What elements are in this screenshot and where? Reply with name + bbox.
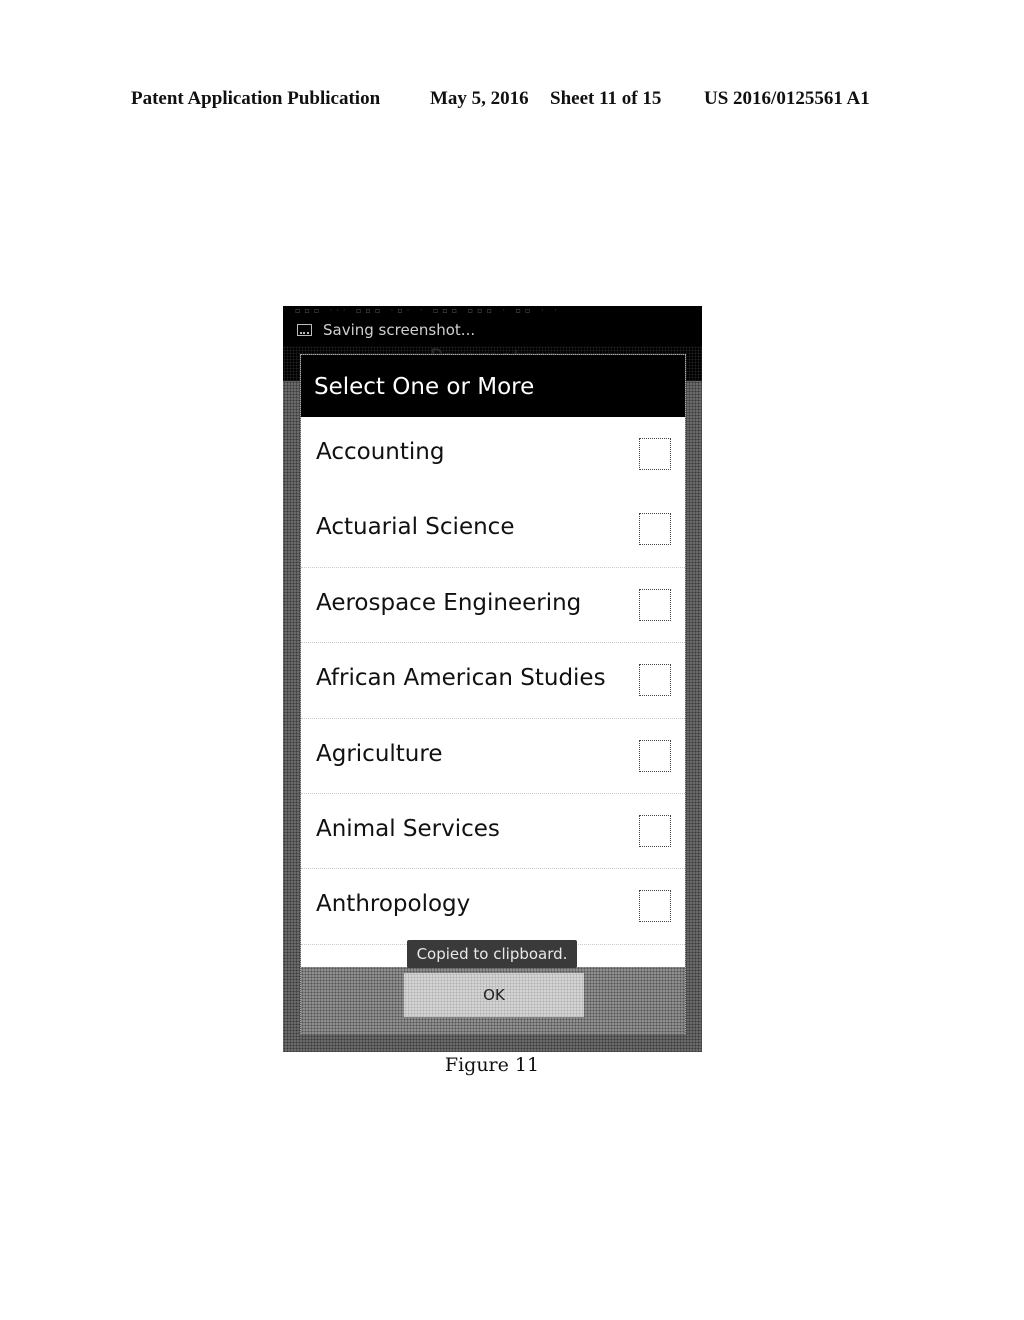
options-list[interactable]: Accounting Actuarial Science Aerospace E…	[301, 417, 685, 967]
publication-label: Patent Application Publication	[131, 88, 381, 109]
item-label: Aerospace Engineering	[316, 589, 582, 616]
ok-button[interactable]: OK	[404, 973, 584, 1017]
list-item[interactable]: Anthropology	[301, 869, 685, 945]
multi-select-dialog: Select One or More Accounting Actuarial …	[300, 354, 686, 1034]
figure-caption: Figure 11	[444, 1054, 540, 1076]
sheet-number: Sheet 11 of 15	[550, 88, 662, 109]
item-label: Agriculture	[316, 740, 443, 767]
item-label: Animal Services	[316, 815, 500, 842]
checkbox[interactable]	[639, 664, 671, 697]
toast-message: Copied to clipboard.	[407, 940, 577, 968]
list-item[interactable]: Agriculture	[301, 719, 685, 794]
notification-text: Saving screenshot...	[323, 321, 476, 339]
item-label: African American Studies	[316, 665, 606, 692]
checkbox[interactable]	[639, 739, 671, 772]
item-label: Accounting	[316, 439, 445, 465]
dialog-title: Select One or More	[314, 374, 535, 400]
list-item[interactable]: Animal Services	[301, 794, 685, 870]
patent-number: US 2016/0125561 A1	[704, 88, 870, 109]
notification: Saving screenshot...	[297, 320, 475, 340]
list-item[interactable]: Aerospace Engineering	[301, 568, 685, 644]
list-item[interactable]: Actuarial Science	[301, 492, 685, 568]
checkbox[interactable]	[639, 890, 671, 923]
phone-screenshot: ▫▫▫ ··· ▫▫▫ ·▫· · ▫▫▫ ▫▫▫ · ▫▫ · · Savin…	[283, 306, 702, 1052]
checkbox[interactable]	[639, 513, 671, 546]
list-item[interactable]: African American Studies	[301, 643, 685, 719]
checkbox[interactable]	[639, 588, 671, 621]
screenshot-icon	[297, 324, 312, 336]
status-icons: ▫▫▫ ··· ▫▫▫ ·▫· · ▫▫▫ ▫▫▫ · ▫▫ · ·	[295, 306, 561, 315]
publication-date: May 5, 2016	[430, 88, 529, 109]
item-label: Anthropology	[316, 891, 471, 918]
checkbox[interactable]	[639, 814, 671, 847]
patent-header: Patent Application Publication May 5, 20…	[131, 88, 891, 114]
dialog-title-bar: Select One or More	[301, 355, 685, 417]
checkbox[interactable]	[639, 438, 671, 470]
dialog-button-bar: OK	[301, 967, 685, 1034]
item-label: Actuarial Science	[316, 514, 515, 541]
list-item[interactable]: Accounting	[301, 417, 685, 492]
